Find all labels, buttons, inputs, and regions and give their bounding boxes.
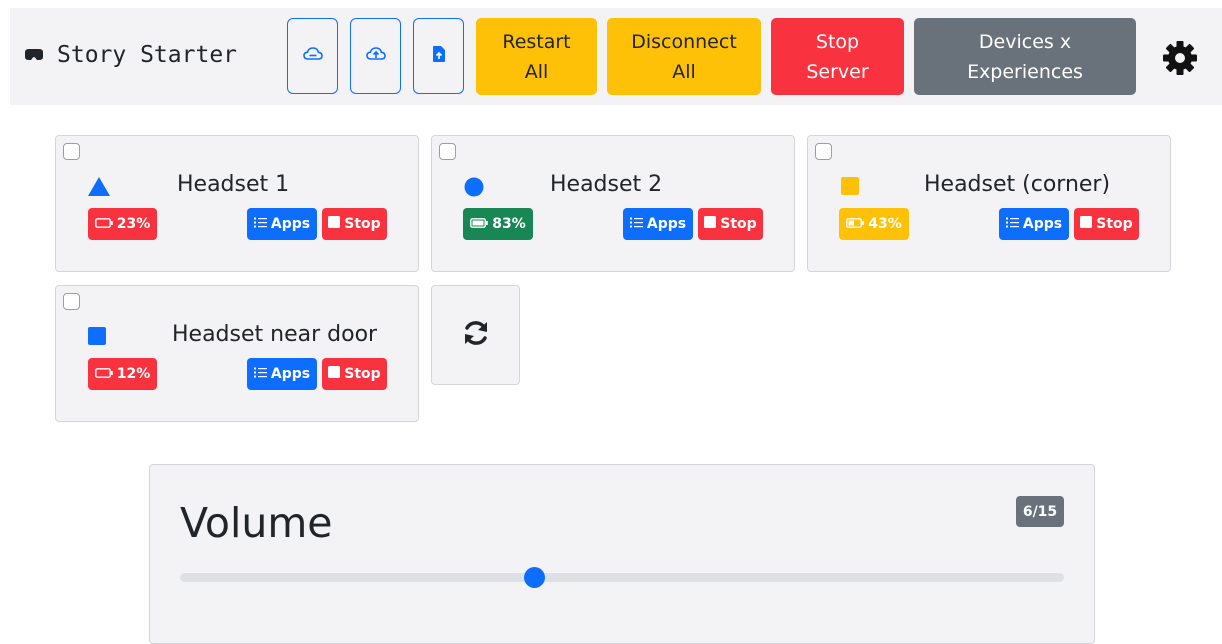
volume-panel: Volume 6/15 [149,464,1095,644]
cloud-button[interactable] [287,18,338,94]
restart-all-button[interactable]: Restart All [476,18,597,95]
disconnect-all-button[interactable]: Disconnect All [607,18,761,95]
list-icon [1005,216,1023,232]
list-icon [629,216,647,232]
select-checkbox[interactable] [815,143,832,160]
volume-slider[interactable] [180,567,1064,588]
top-navbar: Story Starter Restart All Disconnect All… [10,8,1222,105]
battery-low-icon [94,216,113,232]
triangle-icon [88,177,110,200]
headset-card: Headset 1 23% Apps Stop [55,135,419,272]
devices-experiences-button[interactable]: Devices x Experiences [914,18,1136,95]
stop-icon [328,216,344,232]
apps-button[interactable]: Apps [623,208,693,240]
gear-icon[interactable] [1160,38,1200,78]
headset-name: Headset 2 [550,172,663,197]
battery-full-icon [470,216,489,232]
list-icon [253,366,271,382]
brand: Story Starter [23,42,237,68]
circle-icon [464,177,484,201]
headset-name: Headset near door [172,322,378,347]
headset-card: Headset 2 83% Apps Stop [431,135,795,272]
stop-button[interactable]: Stop [1074,208,1139,240]
cloud-upload-icon [365,46,386,66]
headset-card: Headset (corner) 43% Apps Stop [807,135,1171,272]
cloud-upload-button[interactable] [350,18,401,94]
headset-card: Headset near door 12% Apps Stop [55,285,419,422]
stop-server-button[interactable]: Stop Server [771,18,904,95]
battery-half-icon [846,216,865,232]
volume-slider-thumb[interactable] [523,567,545,588]
vr-headset-icon [23,44,45,66]
list-icon [253,216,271,232]
apps-button[interactable]: Apps [999,208,1069,240]
refresh-button[interactable] [431,285,520,385]
headset-name: Headset 1 [177,172,290,197]
battery-badge: 43% [839,208,909,240]
stop-button[interactable]: Stop [322,208,387,240]
square-icon [88,327,106,349]
cloud-icon [302,46,323,66]
volume-title: Volume [180,499,333,547]
battery-low-icon [94,366,113,382]
stop-icon [704,216,720,232]
select-checkbox[interactable] [439,143,456,160]
brand-title: Story Starter [57,42,238,68]
battery-badge: 12% [88,358,157,390]
volume-level-badge: 6/15 [1016,496,1064,527]
apps-button[interactable]: Apps [247,208,317,240]
select-checkbox[interactable] [63,293,80,310]
file-upload-icon [432,45,446,67]
battery-badge: 83% [463,208,533,240]
apps-button[interactable]: Apps [247,358,317,390]
stop-icon [328,366,344,382]
file-upload-button[interactable] [413,18,464,94]
headset-name: Headset (corner) [924,172,1111,197]
stop-button[interactable]: Stop [698,208,763,240]
select-checkbox[interactable] [63,143,80,160]
stop-button[interactable]: Stop [322,358,387,390]
square-icon [841,177,859,199]
stop-icon [1080,216,1096,232]
battery-badge: 23% [88,208,157,240]
refresh-icon [461,318,491,352]
